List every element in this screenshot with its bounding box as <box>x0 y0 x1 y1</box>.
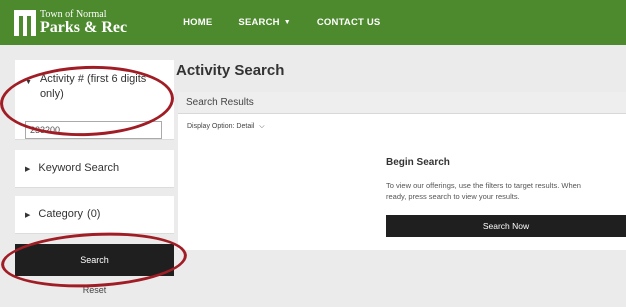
keyword-search-panel[interactable]: ▶ Keyword Search <box>15 150 174 188</box>
triangle-down-icon: ▼ <box>25 79 32 86</box>
activity-number-input[interactable]: 233200 <box>25 121 162 139</box>
logo-text: Town of Normal Parks & Rec <box>40 8 128 36</box>
logo-line-parks: Parks & Rec <box>40 18 128 36</box>
begin-text-line-1: To view our offerings, use the filters t… <box>386 181 581 190</box>
site-logo[interactable]: Town of Normal Parks & Rec <box>14 8 128 36</box>
activity-number-toggle[interactable]: ▼ Activity # (first 6 digits only) <box>15 60 174 102</box>
triangle-right-icon: ▶ <box>25 166 31 173</box>
keyword-search-label: Keyword Search <box>38 162 120 174</box>
display-option-label: Display Option: <box>187 123 235 130</box>
logo-line-town: Town of Normal <box>40 8 107 20</box>
filter-sidebar: ▼ Activity # (first 6 digits only) 23320… <box>15 45 174 307</box>
nav-search-label: SEARCH <box>238 17 280 28</box>
nav-home[interactable]: HOME <box>183 17 212 28</box>
nav-contact-us[interactable]: CONTACT US <box>317 17 381 28</box>
logo-n-icon <box>14 9 36 36</box>
reset-link[interactable]: Reset <box>15 285 174 295</box>
search-results-panel: Search Results Display Option: Detail ⌵ … <box>178 92 626 250</box>
category-count: (0) <box>87 208 101 220</box>
begin-text-line-2: ready, press search to view your results… <box>386 192 520 201</box>
main-nav: HOME SEARCH ▼ CONTACT US <box>183 17 406 28</box>
search-now-button[interactable]: Search Now <box>386 215 626 237</box>
nav-home-label: HOME <box>183 17 213 28</box>
category-label: Category <box>38 208 84 220</box>
begin-search-instructions: To view our offerings, use the filters t… <box>386 180 626 202</box>
search-button[interactable]: Search <box>15 244 174 276</box>
search-results-header: Search Results <box>178 92 626 114</box>
category-panel[interactable]: ▶ Category (0) <box>15 196 174 234</box>
caret-down-icon: ▼ <box>283 19 291 26</box>
triangle-right-icon: ▶ <box>25 212 31 219</box>
activity-number-value: 233200 <box>30 125 61 135</box>
display-option-value: Detail <box>236 123 255 130</box>
activity-number-panel: ▼ Activity # (first 6 digits only) 23320… <box>15 60 174 140</box>
activity-number-label: Activity # (first 6 digits only) <box>39 73 147 100</box>
nav-search[interactable]: SEARCH ▼ <box>238 17 290 28</box>
display-option-dropdown[interactable]: Display Option: Detail ⌵ <box>187 123 265 131</box>
chevron-down-icon: ⌵ <box>259 123 265 130</box>
page-title: Activity Search <box>176 62 285 79</box>
begin-search-title: Begin Search <box>386 157 450 168</box>
page: Town of Normal Parks & Rec HOME SEARCH ▼… <box>0 0 626 307</box>
category-toggle[interactable]: ▶ Category (0) <box>15 196 174 220</box>
top-header: Town of Normal Parks & Rec HOME SEARCH ▼… <box>0 0 626 45</box>
nav-contact-label: CONTACT US <box>316 17 381 28</box>
keyword-search-toggle[interactable]: ▶ Keyword Search <box>15 150 174 174</box>
